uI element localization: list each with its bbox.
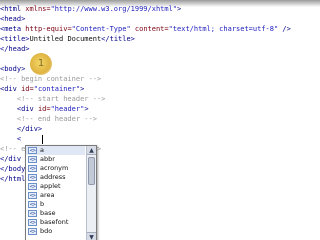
code-token: "container": [33, 85, 81, 93]
code-line[interactable]: <div id="header">: [0, 104, 89, 114]
tag-icon: <>: [28, 228, 37, 235]
tag-icon: <>: [28, 165, 37, 172]
code-token: </div: [0, 155, 22, 163]
code-editor-window: <html xmlns="http://www.w3.org/1999/xhtm…: [0, 0, 320, 240]
code-hint-popup[interactable]: <> a <> abbr <> acronym <> address <> applet <> are…: [25, 145, 97, 240]
code-token: <head>: [0, 15, 26, 23]
code-token: <!-- start header -->: [0, 95, 106, 103]
code-hint-item[interactable]: <> bdo: [26, 227, 85, 236]
code-hint-item[interactable]: <> acronym: [26, 164, 85, 173]
code-hint-item[interactable]: <> abbr: [26, 155, 85, 164]
code-token: </div>: [0, 125, 43, 133]
code-token: <meta: [0, 25, 26, 33]
code-token: <!-- end header -->: [0, 115, 97, 123]
code-hint-label: abbr: [40, 155, 55, 163]
code-token: "text/html; charset=utf-8": [168, 25, 279, 33]
code-token: </title>: [101, 35, 135, 43]
code-token: <!-- begin container -->: [0, 75, 102, 83]
tag-icon: <>: [28, 192, 37, 199]
code-hint-list[interactable]: <> a <> abbr <> acronym <> address <> applet <> are…: [26, 146, 85, 236]
tag-icon: <>: [28, 174, 37, 181]
code-token: id=: [21, 85, 34, 93]
scroll-up-icon[interactable]: ▲: [87, 146, 96, 155]
code-line[interactable]: </div: [0, 154, 21, 164]
tag-icon: <>: [28, 156, 37, 163]
code-token: <div: [0, 105, 38, 113]
tag-icon: <>: [28, 147, 37, 154]
text-caret: [42, 135, 43, 144]
code-token: "Content-Type": [71, 25, 131, 33]
code-line[interactable]: <title>Untitled Document</title>: [0, 34, 135, 44]
code-token: </body: [0, 165, 26, 173]
code-hint-item[interactable]: <> applet: [26, 182, 85, 191]
code-hint-label: acronym: [40, 164, 69, 172]
code-token: </head>: [0, 45, 30, 53]
code-line[interactable]: <div id="container">: [0, 84, 84, 94]
code-hint-item[interactable]: <> basefont: [26, 218, 85, 227]
click-highlight-marker: 1: [30, 53, 52, 75]
code-token: >: [84, 105, 89, 113]
code-hint-label: a: [40, 146, 44, 154]
tag-icon: <>: [28, 201, 37, 208]
code-line[interactable]: <!-- begin container -->: [0, 74, 101, 84]
tag-icon: <>: [28, 210, 37, 217]
code-line[interactable]: <: [0, 134, 21, 144]
code-hint-item[interactable]: <> base: [26, 209, 85, 218]
code-line[interactable]: </head>: [0, 44, 30, 54]
code-token: <!-- e: [0, 145, 26, 153]
code-token: Untitled Document: [29, 35, 102, 43]
code-line[interactable]: <!-- end header -->: [0, 114, 97, 124]
code-token: id=: [37, 105, 51, 113]
code-token: "header": [50, 105, 85, 113]
top-shadow: [0, 0, 320, 7]
scroll-down-icon[interactable]: ▼: [87, 232, 96, 240]
code-hint-item[interactable]: <> a: [26, 146, 85, 155]
code-hint-item[interactable]: <> b: [26, 200, 85, 209]
code-token: <: [0, 135, 22, 143]
code-line[interactable]: <meta http-equiv="Content-Type" content=…: [0, 24, 291, 34]
code-hint-label: basefont: [40, 218, 69, 226]
tag-icon: <>: [28, 219, 37, 226]
code-line[interactable]: </body: [0, 164, 25, 174]
code-hint-label: address: [40, 173, 66, 181]
tag-icon: <>: [28, 183, 37, 190]
code-token: <body>: [0, 65, 26, 73]
code-token: <title>: [0, 35, 30, 43]
click-highlight-label: 1: [37, 58, 45, 69]
code-line[interactable]: <body>: [0, 64, 25, 74]
code-line[interactable]: <!-- start header -->: [0, 94, 106, 104]
code-hint-item[interactable]: <> address: [26, 173, 85, 182]
code-token: http-equiv=: [25, 25, 72, 33]
scrollbar-thumb[interactable]: [88, 157, 95, 185]
code-hint-item[interactable]: <> area: [26, 191, 85, 200]
code-token: />: [278, 25, 291, 33]
code-token: content=: [130, 25, 169, 33]
code-line[interactable]: </html: [0, 174, 25, 184]
code-hint-label: area: [40, 191, 55, 199]
code-token: </html: [0, 175, 26, 183]
code-hint-label: bdo: [40, 227, 53, 235]
code-token: <div: [0, 85, 22, 93]
code-hint-label: applet: [40, 182, 61, 190]
code-line[interactable]: </div>: [0, 124, 42, 134]
code-line[interactable]: <head>: [0, 14, 25, 24]
code-hint-label: b: [40, 200, 45, 208]
code-token: >: [80, 85, 85, 93]
popup-scrollbar[interactable]: ▲ ▼: [86, 146, 96, 240]
code-hint-label: base: [40, 209, 56, 217]
